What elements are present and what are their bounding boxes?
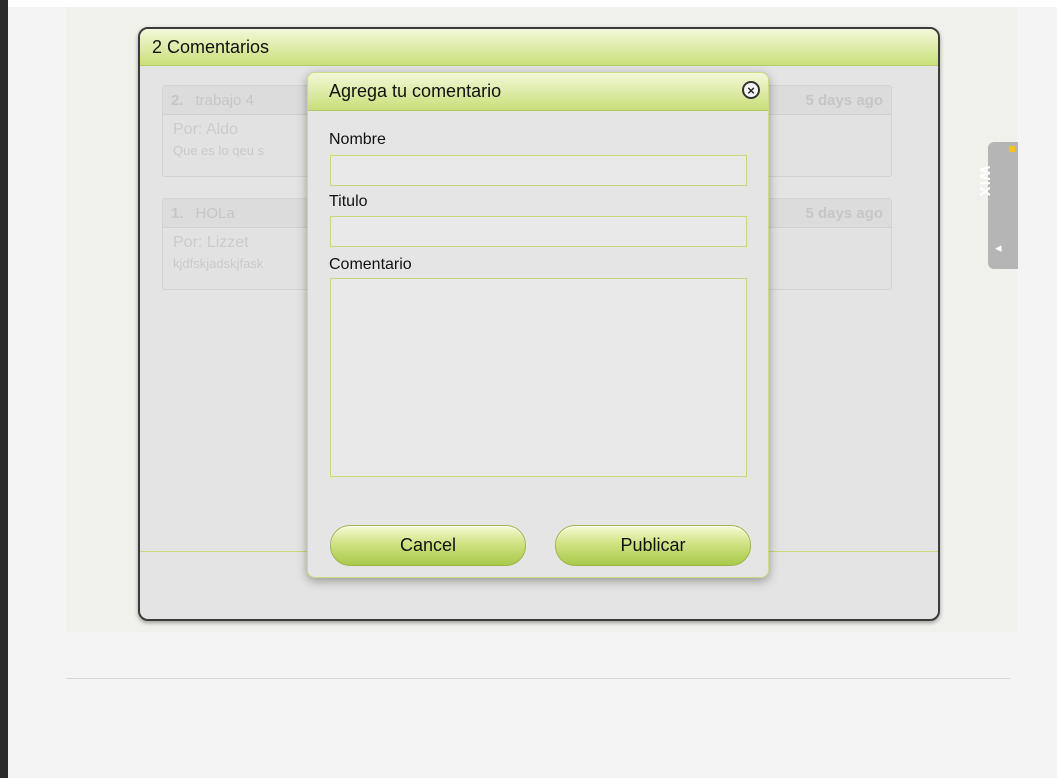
add-comment-dialog: Agrega tu comentario × Nombre Titulo Com… [307,72,769,578]
comments-header: 2 Comentarios [140,29,938,66]
dialog-title: Agrega tu comentario [329,81,502,101]
close-icon[interactable]: × [742,81,760,99]
comment-title: trabajo 4 [195,91,254,109]
comments-count-title: 2 Comentarios [152,36,270,57]
top-strip [8,0,1057,7]
comment-number: 2. [171,91,184,109]
titulo-label: Titulo [329,193,368,210]
nombre-label: Nombre [329,131,386,148]
comment-date: 5 days ago [805,204,883,222]
comment-number: 1. [171,204,184,222]
wix-accent-mark [1009,146,1015,152]
titulo-input[interactable] [330,216,747,247]
comentario-label: Comentario [329,256,412,273]
page-divider [66,678,1010,679]
nombre-input[interactable] [330,155,747,186]
cancel-button[interactable]: Cancel [330,525,526,566]
speaker-icon: ◂ [995,240,1002,255]
comentario-textarea[interactable] [330,278,747,477]
comment-date: 5 days ago [805,91,883,109]
wix-side-tab[interactable]: WIX ◂ [976,142,1018,269]
left-edge-bar [0,0,8,778]
dialog-header: Agrega tu comentario × [308,73,768,111]
comment-title: HOLa [195,204,235,222]
publish-button[interactable]: Publicar [555,525,751,566]
